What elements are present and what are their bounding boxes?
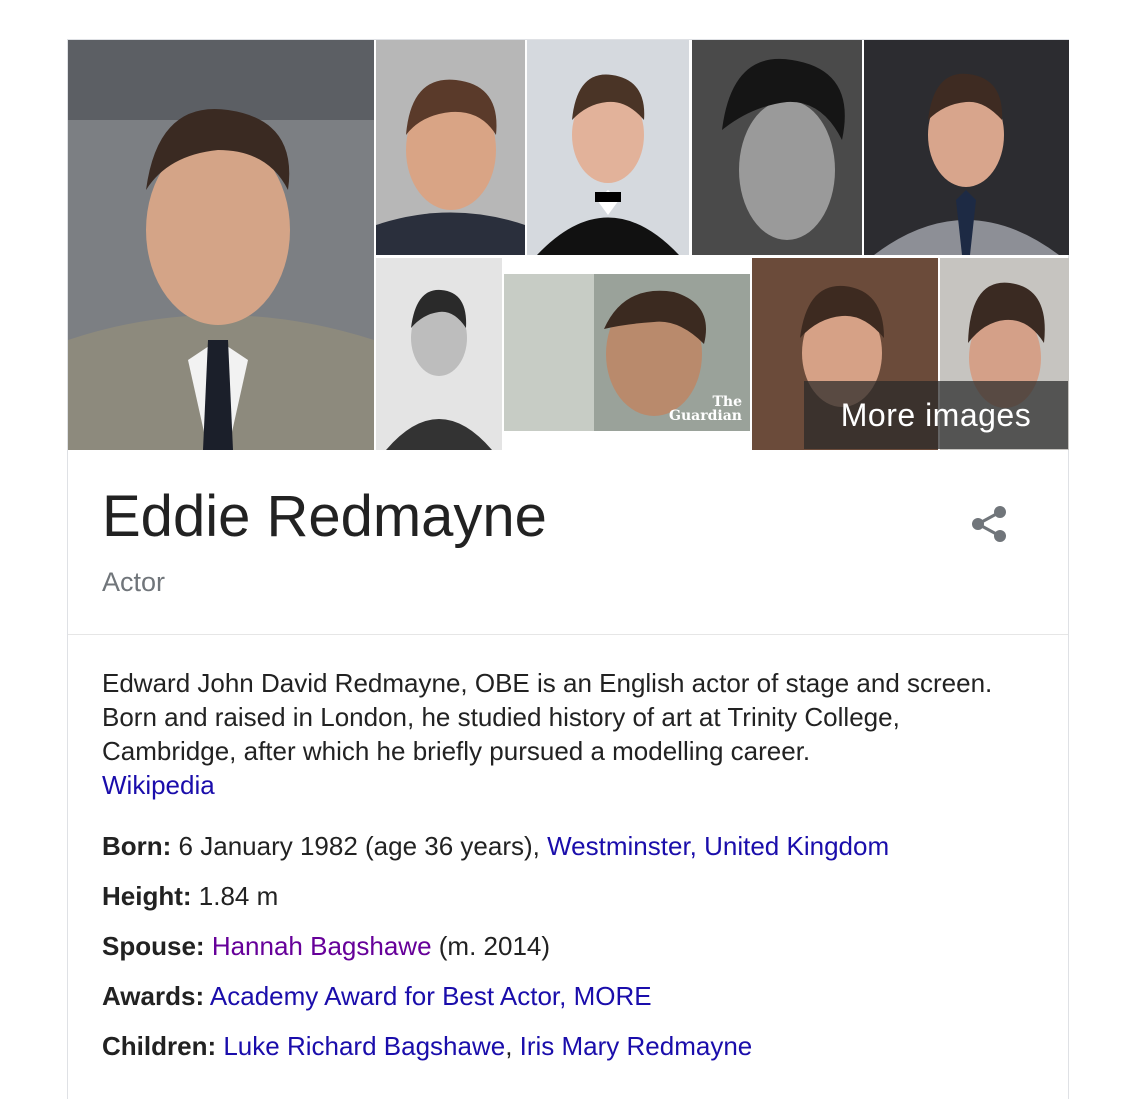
gallery-image-3[interactable] xyxy=(527,40,689,255)
fact-born: Born: 6 January 1982 (age 36 years), Wes… xyxy=(102,828,1042,878)
gallery-image-5[interactable] xyxy=(864,40,1069,255)
child-link-2[interactable]: Iris Mary Redmayne xyxy=(520,1031,753,1061)
spouse-link[interactable]: Hannah Bagshawe xyxy=(212,931,432,961)
birthplace-link[interactable]: Westminster, United Kingdom xyxy=(547,831,889,861)
fact-label: Awards: xyxy=(102,981,205,1011)
entity-subtitle: Actor xyxy=(102,567,166,597)
gallery-image-main[interactable] xyxy=(68,40,374,450)
fact-separator: , xyxy=(505,1031,520,1061)
fact-spouse: Spouse: Hannah Bagshawe (m. 2014) xyxy=(102,928,1042,978)
fact-awards: Awards: Academy Award for Best Actor, MO… xyxy=(102,978,1042,1028)
fact-label: Spouse: xyxy=(102,931,205,961)
entity-description: Edward John David Redmayne, OBE is an En… xyxy=(102,666,1022,802)
description-text: Edward John David Redmayne, OBE is an En… xyxy=(102,668,993,766)
entity-title: Eddie Redmayne xyxy=(102,484,547,549)
fact-value: (m. 2014) xyxy=(431,931,551,961)
fact-value: 6 January 1982 (age 36 years), xyxy=(171,831,548,861)
guardian-watermark: The Guardian xyxy=(669,394,742,424)
header-divider xyxy=(68,634,1068,635)
share-icon[interactable] xyxy=(966,500,1014,548)
gallery-image-6[interactable] xyxy=(376,258,502,450)
fact-label: Height: xyxy=(102,881,192,911)
gallery-image-4[interactable] xyxy=(692,40,862,255)
facts-list: Born: 6 January 1982 (age 36 years), Wes… xyxy=(102,828,1042,1078)
fact-separator: , xyxy=(559,981,574,1011)
award-link[interactable]: Academy Award for Best Actor xyxy=(210,981,559,1011)
gallery-image-7[interactable]: The Guardian xyxy=(504,274,750,431)
fact-height: Height: 1.84 m xyxy=(102,878,1042,928)
wikipedia-link[interactable]: Wikipedia xyxy=(102,770,215,800)
gallery-image-2[interactable] xyxy=(376,40,525,255)
fact-children: Children: Luke Richard Bagshawe, Iris Ma… xyxy=(102,1028,1042,1078)
fact-label: Children: xyxy=(102,1031,217,1061)
fact-value: 1.84 m xyxy=(191,881,279,911)
fact-label: Born: xyxy=(102,831,172,861)
more-images-button[interactable]: More images xyxy=(804,381,1068,449)
awards-more-link[interactable]: MORE xyxy=(574,981,652,1011)
child-link-1[interactable]: Luke Richard Bagshawe xyxy=(223,1031,505,1061)
